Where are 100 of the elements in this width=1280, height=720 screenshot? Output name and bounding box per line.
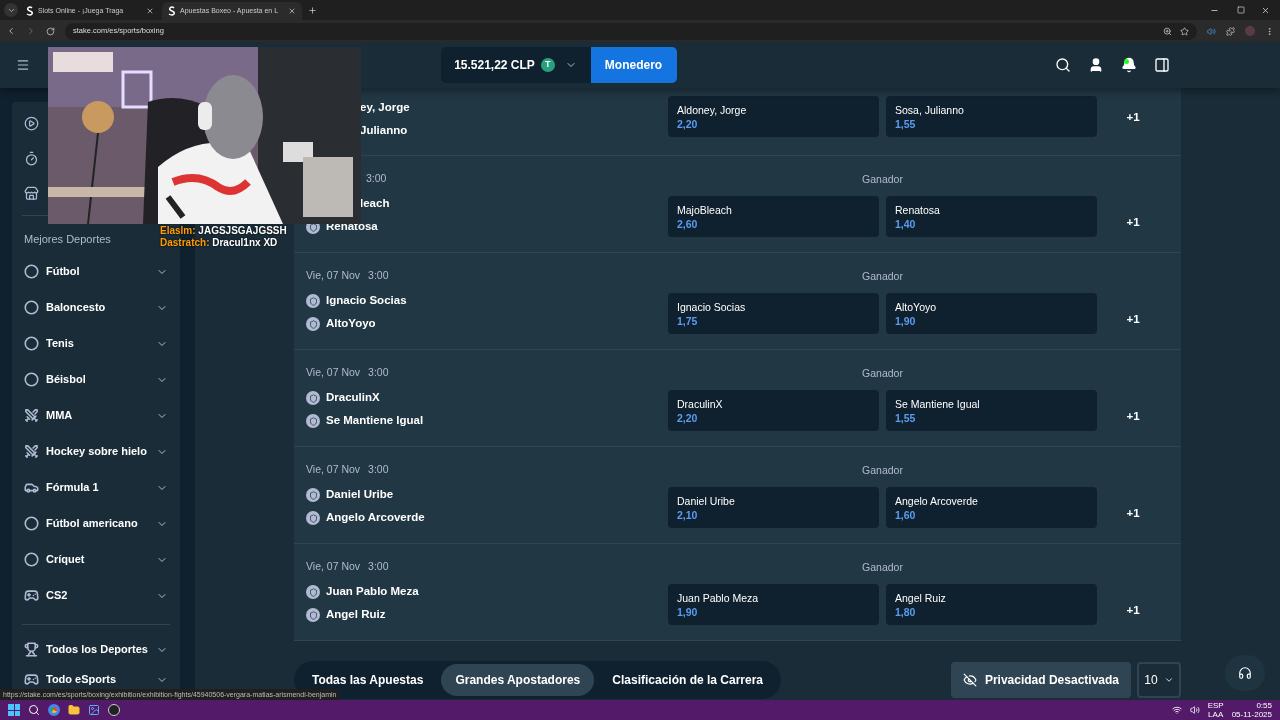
odds-button[interactable]: Ignacio Socias 1,75 xyxy=(668,293,879,334)
restore-icon[interactable] xyxy=(1237,6,1245,14)
search-icon[interactable] xyxy=(28,704,40,716)
eye-off-icon xyxy=(962,673,977,687)
extensions-icon[interactable] xyxy=(1226,26,1235,36)
sport-item[interactable]: CS2 xyxy=(24,577,168,614)
sport-item[interactable]: Hockey sobre hielo xyxy=(24,433,168,470)
odds-button[interactable]: Juan Pablo Meza 1,90 xyxy=(668,584,879,625)
stopwatch-icon[interactable] xyxy=(24,151,39,166)
bookmark-icon[interactable] xyxy=(1180,26,1189,36)
swords-icon xyxy=(24,408,39,423)
more-markets-button[interactable]: +1 xyxy=(1126,109,1140,125)
privacy-button[interactable]: Privacidad Desactivada xyxy=(950,662,1131,698)
search-icon[interactable] xyxy=(1055,57,1071,73)
shield-icon xyxy=(306,585,320,599)
market-label: Ganador xyxy=(862,366,903,380)
user-icon[interactable] xyxy=(1088,57,1104,73)
folder-icon[interactable] xyxy=(68,704,80,716)
network-icon[interactable] xyxy=(1171,705,1182,715)
team-name: Ignacio Socias xyxy=(326,293,407,309)
odds-button[interactable]: Sosa, Julianno 1,55 xyxy=(886,96,1097,137)
play-icon[interactable] xyxy=(24,116,39,131)
odds-button[interactable]: Se Mantiene Igual 1,55 xyxy=(886,390,1097,431)
zoom-icon[interactable] xyxy=(1163,26,1172,36)
odds-button[interactable]: Daniel Uribe 2,10 xyxy=(668,487,879,528)
market-label: Ganador xyxy=(862,269,903,283)
browser-icon[interactable] xyxy=(48,704,60,716)
menu-icon[interactable] xyxy=(16,58,30,72)
clock-time: 0:55 xyxy=(1256,701,1272,710)
balance-selector[interactable]: 15.521,22 CLP T xyxy=(440,47,591,83)
bets-tab[interactable]: Clasificación de la Carrera xyxy=(598,664,778,696)
bell-icon[interactable] xyxy=(1121,57,1137,73)
match-time: 3:00 xyxy=(366,171,387,187)
shield-icon xyxy=(306,414,320,428)
windows-icon[interactable] xyxy=(8,704,20,716)
ball-icon xyxy=(24,300,39,315)
tab-list-button[interactable] xyxy=(4,3,18,17)
page-size-select[interactable]: 10 xyxy=(1137,662,1181,698)
match-date: Vie, 07 Nov xyxy=(306,268,361,284)
team-name: Juan Pablo Meza xyxy=(326,584,419,600)
match-time: 3:00 xyxy=(368,462,389,478)
ball-icon xyxy=(24,264,39,279)
sport-item[interactable]: MMA xyxy=(24,397,168,434)
market-label: Ganador xyxy=(862,463,903,477)
more-markets-button[interactable]: +1 xyxy=(1126,505,1140,521)
shield-icon xyxy=(306,317,320,331)
sport-item[interactable]: Todos los Deportes xyxy=(24,634,168,665)
odds-button[interactable]: Angel Ruiz 1,80 xyxy=(886,584,1097,625)
shield-icon xyxy=(306,488,320,502)
ball-icon xyxy=(24,336,39,351)
language-text: ESP xyxy=(1207,701,1224,710)
match-time: 3:00 xyxy=(368,559,389,575)
sport-item[interactable]: Fútbol xyxy=(24,253,168,290)
odds-button[interactable]: Aldoney, Jorge 2,20 xyxy=(668,96,879,137)
new-tab-icon[interactable] xyxy=(308,5,317,15)
odds-button[interactable]: AltoYoyo 1,90 xyxy=(886,293,1097,334)
trophy-icon xyxy=(24,642,39,657)
store-icon[interactable] xyxy=(24,186,39,201)
chat-message: Dastratch: Dracul1nx XD xyxy=(160,237,279,249)
shield-icon xyxy=(306,511,320,525)
close-icon[interactable] xyxy=(1261,5,1270,15)
sport-item[interactable]: Críquet xyxy=(24,541,168,578)
more-markets-button[interactable]: +1 xyxy=(1126,311,1140,327)
back-icon[interactable] xyxy=(6,26,16,36)
gamepad-icon xyxy=(24,588,39,603)
sport-item[interactable]: Tenis xyxy=(24,325,168,362)
team-name: Angelo Arcoverde xyxy=(326,510,425,526)
reload-icon[interactable] xyxy=(46,26,55,36)
match-date: Vie, 07 Nov xyxy=(306,365,361,381)
app-icon[interactable] xyxy=(108,704,120,716)
odds-button[interactable]: DraculinX 2,20 xyxy=(668,390,879,431)
swords-icon xyxy=(24,444,39,459)
more-icon[interactable] xyxy=(1265,26,1274,36)
bets-tab[interactable]: Grandes Apostadores xyxy=(441,664,595,696)
odds-button[interactable]: Renatosa 1,40 xyxy=(886,196,1097,237)
odds-button[interactable]: MajoBleach 2,60 xyxy=(668,196,879,237)
sport-item[interactable]: Fútbol americano xyxy=(24,505,168,542)
shield-icon xyxy=(306,608,320,622)
support-button[interactable] xyxy=(1225,655,1265,691)
wallet-button[interactable]: Monedero xyxy=(590,47,677,83)
team-name: DraculinX xyxy=(326,390,380,406)
photos-icon[interactable] xyxy=(88,704,100,716)
close-icon[interactable] xyxy=(288,7,296,15)
tab-favicon-icon xyxy=(26,6,34,16)
odds-button[interactable]: Angelo Arcoverde 1,60 xyxy=(886,487,1097,528)
sidebar-toggle-icon[interactable] xyxy=(1154,57,1170,73)
sport-item[interactable]: Baloncesto xyxy=(24,289,168,326)
shield-icon xyxy=(306,294,320,308)
more-markets-button[interactable]: +1 xyxy=(1126,602,1140,618)
more-markets-button[interactable]: +1 xyxy=(1126,408,1140,424)
volume-icon[interactable] xyxy=(1189,705,1200,715)
sport-item[interactable]: Béisbol xyxy=(24,361,168,398)
team-name: leach xyxy=(360,196,390,212)
sport-item[interactable]: Fórmula 1 xyxy=(24,469,168,506)
team-name: ey, Jorge xyxy=(360,100,410,116)
team-name: Se Mantiene Igual xyxy=(326,413,424,429)
match-time: 3:00 xyxy=(368,268,389,284)
chevron-icon xyxy=(1163,675,1174,685)
more-markets-button[interactable]: +1 xyxy=(1126,214,1140,230)
close-icon[interactable] xyxy=(146,7,154,15)
